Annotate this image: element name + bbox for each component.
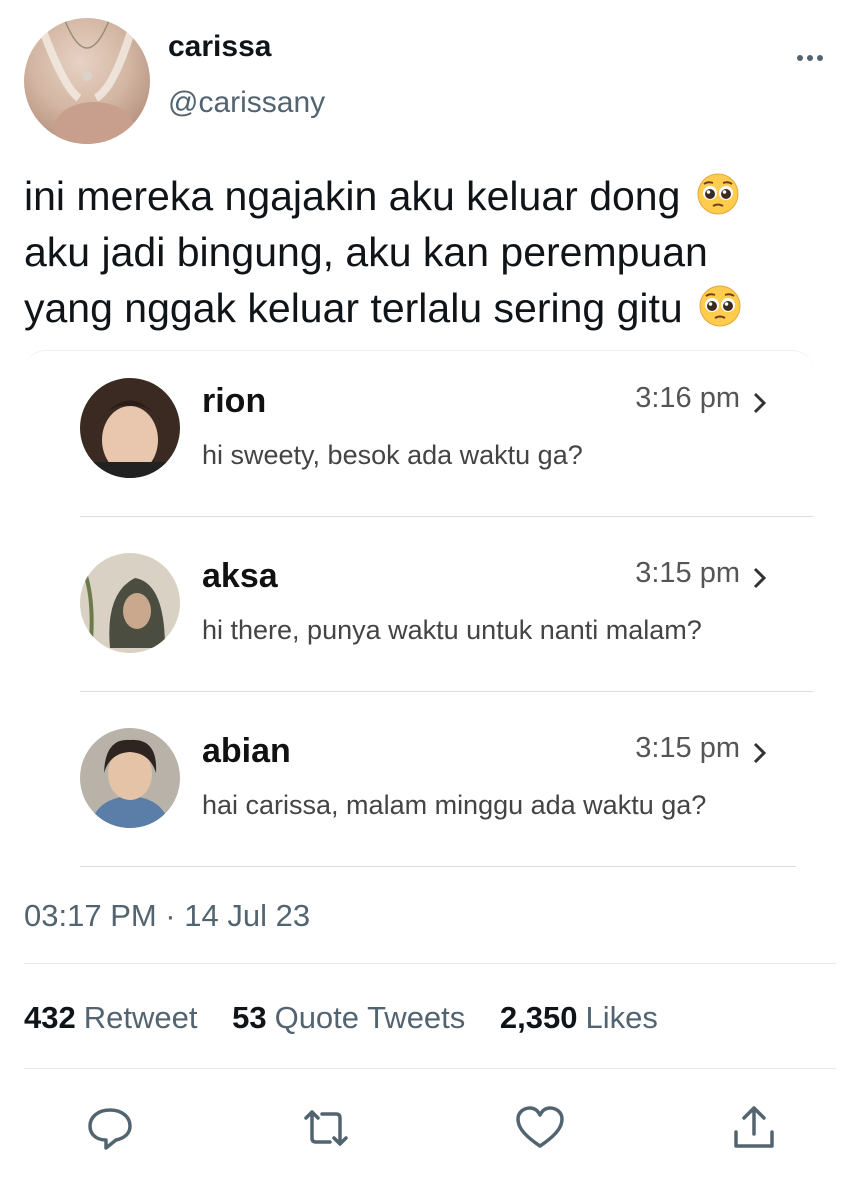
message-item-aksa[interactable]: aksa 3:15 pm hi there, punya waktu untuk…	[80, 553, 814, 673]
author-handle[interactable]: @carissany	[168, 86, 325, 120]
chevron-right-icon	[750, 565, 770, 591]
engagement-stats: 432 Retweet 53 Quote Tweets 2,350 Likes	[24, 1000, 684, 1036]
pleading-face-icon	[696, 172, 740, 216]
tweet-line-1: ini mereka ngajakin aku keluar dong	[24, 173, 692, 219]
message-preview: hi there, punya waktu untuk nanti malam?	[202, 615, 702, 645]
message-time: 3:16 pm	[635, 382, 740, 414]
message-preview: hai carissa, malam minggu ada waktu ga?	[202, 790, 707, 820]
avatar	[80, 728, 180, 828]
divider	[24, 963, 836, 964]
sender-name: abian	[202, 732, 291, 770]
like-icon[interactable]	[512, 1100, 568, 1156]
retweet-icon[interactable]	[298, 1100, 354, 1156]
divider	[80, 866, 796, 867]
tweet-line-2: aku jadi bingung, aku kan perempuan	[24, 229, 708, 275]
message-preview: hi sweety, besok ada waktu ga?	[202, 440, 583, 470]
sender-name: rion	[202, 382, 267, 420]
sender-name: aksa	[202, 557, 278, 595]
chevron-right-icon	[750, 740, 770, 766]
divider	[80, 516, 813, 517]
share-icon[interactable]	[726, 1100, 782, 1156]
tweet-text: ini mereka ngajakin aku keluar dong aku …	[24, 168, 836, 336]
tweet-timestamp[interactable]: 03:17 PM · 14 Jul 23	[24, 898, 310, 934]
divider	[24, 1068, 836, 1069]
like-count[interactable]: 2,350 Likes	[500, 1000, 684, 1035]
more-options-icon[interactable]	[790, 40, 830, 70]
author-avatar[interactable]	[24, 18, 150, 144]
quote-count[interactable]: 53 Quote Tweets	[232, 1000, 491, 1035]
message-time: 3:15 pm	[635, 557, 740, 589]
divider	[80, 691, 813, 692]
author-display-name[interactable]: carissa	[168, 30, 271, 64]
chevron-right-icon	[750, 390, 770, 416]
pleading-face-icon	[698, 284, 742, 328]
message-item-abian[interactable]: abian 3:15 pm hai carissa, malam minggu …	[80, 728, 814, 848]
tweet-line-3: yang nggak keluar terlalu sering gitu	[24, 285, 695, 331]
message-item-rion[interactable]: rion 3:16 pm hi sweety, besok ada waktu …	[80, 378, 814, 498]
reply-icon[interactable]	[82, 1100, 138, 1156]
avatar	[80, 553, 180, 653]
avatar	[80, 378, 180, 478]
retweet-count[interactable]: 432 Retweet	[24, 1000, 223, 1035]
message-time: 3:15 pm	[635, 732, 740, 764]
